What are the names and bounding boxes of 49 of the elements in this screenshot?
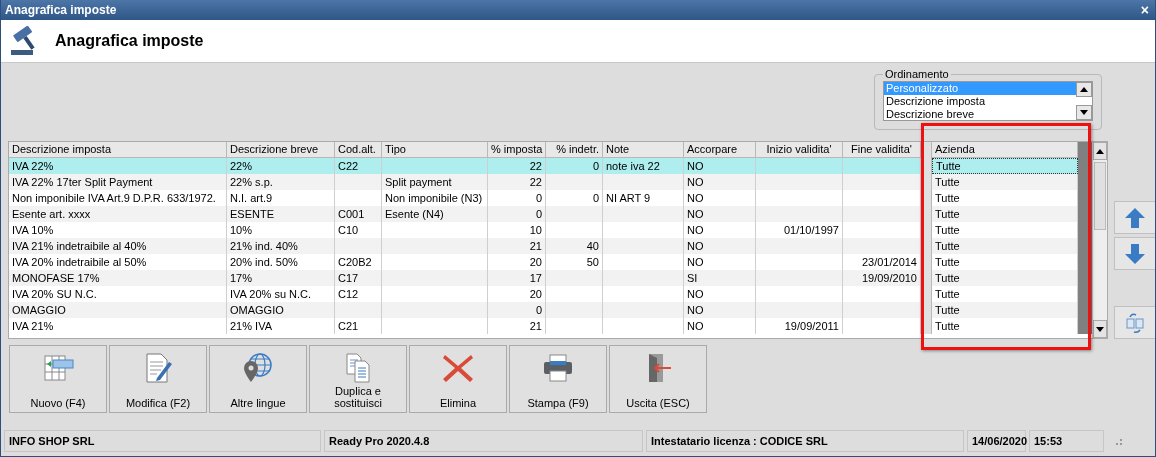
table-row[interactable]: IVA 21% indetraibile al 40% 21% ind. 40% 21 40 NO Tutte bbox=[9, 238, 1092, 254]
scrollbar[interactable] bbox=[1092, 142, 1107, 338]
table-cell: 21 bbox=[488, 318, 546, 334]
table-row[interactable]: Esente art. xxxx ESENTE C001 Esente (N4) 0 NO Tutte bbox=[9, 206, 1092, 222]
page-title: Anagrafica imposte bbox=[55, 32, 204, 50]
list-item[interactable]: Descrizione breve bbox=[884, 108, 1076, 120]
scroll-up-button[interactable] bbox=[1076, 82, 1092, 97]
table-cell: NO bbox=[684, 318, 756, 334]
table-cell: C21 bbox=[335, 318, 382, 334]
up-triangle-icon bbox=[1096, 148, 1104, 154]
list-item[interactable]: Descrizione imposta bbox=[884, 95, 1076, 108]
table-row[interactable]: Non imponibile IVA Art.9 D.P.R. 633/1972. N.I. art.9 Non imponibile (N3) 0 0 NI ART 9 NO Tutte bbox=[9, 190, 1092, 206]
exit-button[interactable]: Uscita (ESC) bbox=[609, 345, 707, 413]
delete-icon bbox=[441, 352, 475, 384]
table-cell: 21% IVA bbox=[227, 318, 335, 334]
status-text: INFO SHOP SRL bbox=[9, 435, 95, 447]
table-cell: 19/09/2011 bbox=[756, 318, 843, 334]
print-button[interactable]: Stampa (F9) bbox=[509, 345, 607, 413]
status-text: 14/06/2020 bbox=[972, 435, 1028, 447]
status-text: Intestatario licenza : CODICE SRL bbox=[651, 435, 828, 447]
table-row[interactable]: OMAGGIO OMAGGIO 0 NO Tutte bbox=[9, 302, 1092, 318]
resize-grip-icon[interactable] bbox=[1113, 436, 1123, 446]
table-row[interactable]: IVA 22% 22% C22 22 0 note iva 22 NO Tutte bbox=[9, 158, 1092, 174]
scroll-down-button[interactable] bbox=[1076, 105, 1092, 120]
printer-icon bbox=[541, 352, 575, 384]
down-triangle-icon bbox=[1080, 110, 1088, 115]
globe-pin-icon bbox=[241, 352, 275, 384]
group-label: Ordinamento bbox=[884, 68, 950, 80]
status-text: 15:53 bbox=[1034, 435, 1063, 447]
up-arrow-icon bbox=[1124, 206, 1146, 229]
up-triangle-icon bbox=[1080, 87, 1088, 92]
status-text: Ready Pro 2020.4.8 bbox=[329, 435, 430, 447]
table-cell: IVA 21% bbox=[9, 318, 227, 334]
delete-button[interactable]: Elimina bbox=[409, 345, 507, 413]
table-icon bbox=[41, 352, 75, 384]
duplicate-button[interactable]: Duplica e sostituisci bbox=[309, 345, 407, 413]
globe-button[interactable]: Altre lingue bbox=[209, 345, 307, 413]
table-row[interactable]: MONOFASE 17% 17% C17 17 SI 19/09/2010 Tutte bbox=[9, 270, 1092, 286]
table-row[interactable]: IVA 22% 17ter Split Payment 22% s.p. Split payment 22 NO Tutte bbox=[9, 174, 1092, 190]
new-button[interactable]: Nuovo (F4) bbox=[9, 345, 107, 413]
window-title: Anagrafica imposte bbox=[5, 3, 117, 17]
move-up-button[interactable] bbox=[1114, 201, 1155, 234]
move-down-button[interactable] bbox=[1114, 237, 1155, 270]
swap-documents-icon bbox=[1124, 311, 1146, 334]
close-button[interactable]: × bbox=[1138, 3, 1151, 17]
down-arrow-icon bbox=[1124, 242, 1146, 265]
down-triangle-icon bbox=[1096, 326, 1104, 332]
edit-button[interactable]: Modifica (F2) bbox=[109, 345, 207, 413]
swap-button[interactable] bbox=[1114, 306, 1155, 339]
